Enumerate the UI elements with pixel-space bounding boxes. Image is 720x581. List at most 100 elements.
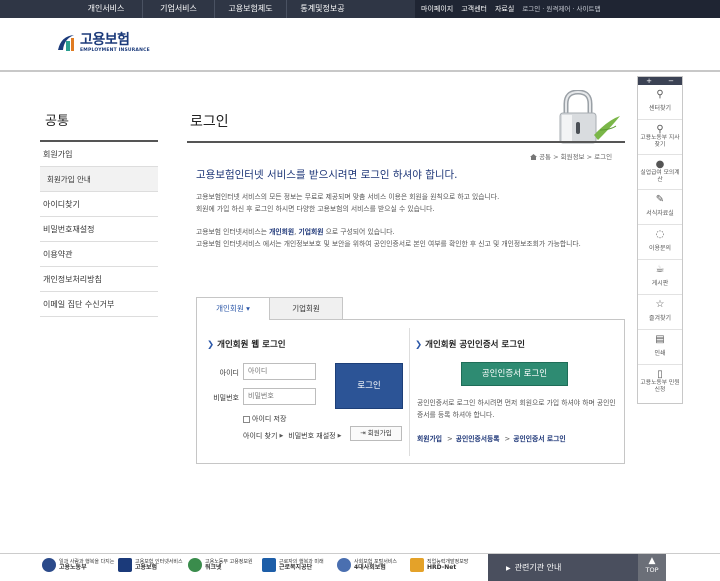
quick-menu: + − ⚲ 센터찾기 ⚲ 고용노동부 지사찾기 ● 실업급여 모의계산 ✎ 서식자료실 …: [637, 76, 683, 404]
site-logo[interactable]: 고용보험 EMPLOYMENT INSURANCE: [55, 32, 150, 54]
quick-item-civil-request[interactable]: ▯ 고용노동부 민원신청: [638, 365, 682, 400]
util-mypage[interactable]: 마이페이지: [421, 0, 453, 18]
footer-link-worknet[interactable]: 고용노동부 고용정보원 워크넷: [188, 558, 253, 572]
sidebar-title: 공통: [40, 100, 158, 142]
remember-id[interactable]: 아이디 저장: [243, 414, 286, 424]
account-links: 아이디 찾기 ▶ 비밀번호 재설정 ▶: [243, 431, 346, 441]
location-pin-icon: ⚲: [656, 124, 664, 135]
remember-id-checkbox[interactable]: [243, 415, 250, 423]
security-notice: 고용보험 인터넷서비스 에서는 개인정보보호 및 보안을 위하여 공인인증서로 …: [196, 239, 581, 248]
menu-statistics[interactable]: 통계및정보공개: [286, 0, 358, 31]
logo-english-text: EMPLOYMENT INSURANCE: [80, 48, 150, 53]
comwel-logo-icon: [262, 558, 276, 572]
quick-item-favorites[interactable]: ☆ 즐겨찾기: [638, 295, 682, 330]
edit-icon: ✎: [655, 194, 665, 205]
star-icon: ☆: [655, 299, 665, 310]
find-id-link[interactable]: 아이디 찾기: [243, 431, 277, 441]
personal-member-text: 개인회원: [269, 228, 295, 236]
sidebar-item-terms[interactable]: 이용약관: [40, 242, 158, 267]
coffee-icon: ☕: [655, 264, 665, 275]
zoom-out-button[interactable]: −: [668, 77, 674, 85]
moel-logo-icon: [42, 558, 56, 572]
menu-insurance-system[interactable]: 고용보험제도: [214, 0, 286, 18]
utility-menu: 마이페이지 고객센터 자료실 로그인 · 원격제어 · 사이트맵: [415, 0, 720, 18]
worknet-logo-icon: [188, 558, 202, 572]
util-customer-center[interactable]: 고객센터: [461, 0, 487, 18]
footer-link-comwel[interactable]: 근로자의 행복과 미래 근로복지공단: [262, 558, 324, 572]
quick-item-print[interactable]: ▤ 인쇄: [638, 330, 682, 365]
cert-login-title: ❯ 개인회원 공인인증서 로그인: [415, 340, 525, 350]
site-header: 고용보험 EMPLOYMENT INSURANCE: [0, 18, 720, 72]
cert-login-button[interactable]: 공인인증서 로그인: [461, 362, 568, 386]
id-label: 아이디: [219, 369, 239, 377]
login-box: ❯개인회원 웹 로그인 아이디 비밀번호 로그인 아이디 저장 아이디 찾기▶ …: [196, 319, 625, 464]
sidebar-item-email-refusal[interactable]: 이메일 집단 수신거부: [40, 292, 158, 317]
cert-description: 공인인증서로 로그인 하시려면 먼저 회원으로 가입 하셔야 하며 공인인증서를…: [417, 399, 616, 419]
footer-link-ei[interactable]: 고용보험 인터넷서비스 고용보험: [118, 558, 183, 572]
login-headline: 고용보험인터넷 서비스를 받으시려면 로그인 하셔야 합니다.: [196, 169, 458, 181]
home-icon[interactable]: [530, 154, 537, 160]
sidebar-item-signup-guide[interactable]: 회원가입 안내: [40, 167, 158, 192]
breadcrumb-text: 공통 > 회원정보 > 로그인: [539, 153, 613, 161]
intro-paragraph: 고용보험인터넷 서비스의 모든 정보는 무료로 제공되며 맞춤 서비스 이용은 …: [196, 191, 616, 215]
menu-personal-service[interactable]: 개인서비스: [70, 0, 142, 18]
sidebar-item-find-id[interactable]: 아이디찾기: [40, 192, 158, 217]
member-type-line: 고용보험 인터넷서비스는 개인회원, 기업회원 으로 구성되어 있습니다.: [196, 228, 395, 236]
breadcrumb: 공통 > 회원정보 > 로그인: [530, 151, 612, 161]
sidebar-item-signup[interactable]: 회원가입: [40, 142, 158, 167]
location-pin-icon: ⚲: [656, 89, 664, 100]
logo-mark-icon: [55, 32, 77, 54]
related-sites-button[interactable]: ▶ 관련기관 안내: [488, 554, 638, 581]
footer-link-4insure[interactable]: 사회보험 포털서비스 4대사회보험: [337, 558, 397, 572]
caret-right-icon: ▶: [337, 433, 342, 439]
join-icon: ⇥: [360, 429, 366, 437]
intro-line-2: 회원에 가입 하신 후 로그인 하시면 다양한 고용보험의 서비스를 받으실 수…: [196, 205, 435, 213]
cert-signup-link[interactable]: 회원가입: [417, 435, 442, 443]
title-divider: [187, 141, 625, 143]
password-input[interactable]: [243, 388, 316, 405]
caret-right-icon: ▶: [279, 433, 284, 439]
hrdnet-logo-icon: [410, 558, 424, 572]
tab-business-member[interactable]: 기업회원: [269, 297, 343, 319]
main-menu: 개인서비스 기업서비스 고용보험제도 통계및정보공개: [70, 0, 358, 31]
join-button[interactable]: ⇥ 회원가입: [350, 426, 402, 441]
login-button[interactable]: 로그인: [335, 363, 403, 409]
footer-link-moel[interactable]: 일과 사람과 행복을 다지는 고용노동부: [42, 558, 114, 572]
tab-personal-member[interactable]: 개인회원 ▾: [196, 297, 270, 320]
logo-korean-text: 고용보험: [80, 32, 130, 48]
id-input[interactable]: [243, 363, 316, 380]
back-to-top-button[interactable]: ▲ TOP: [638, 554, 666, 581]
caret-right-icon: ▶: [506, 565, 511, 572]
padlock-icon: [550, 89, 630, 145]
cert-login-link[interactable]: 공인인증서 로그인: [513, 435, 565, 443]
quick-item-forms[interactable]: ✎ 서식자료실: [638, 190, 682, 225]
zoom-in-button[interactable]: +: [646, 77, 652, 85]
menu-business-service[interactable]: 기업서비스: [142, 0, 214, 18]
caret-up-icon: ▲: [648, 556, 656, 566]
quick-item-branch-find[interactable]: ⚲ 고용노동부 지사찾기: [638, 120, 682, 155]
page-title: 로그인: [190, 114, 229, 130]
cert-login-section: ❯ 개인회원 공인인증서 로그인 공인인증서 로그인 공인인증서로 로그인 하시려…: [409, 328, 625, 456]
quick-item-center-find[interactable]: ⚲ 센터찾기: [638, 85, 682, 120]
ei-logo-icon: [118, 558, 132, 572]
util-login-links[interactable]: 로그인 · 원격제어 · 사이트맵: [522, 0, 600, 18]
arrow-right-icon: ❯: [207, 340, 215, 350]
sidebar-item-reset-password[interactable]: 비밀번호재설정: [40, 217, 158, 242]
cert-links: 회원가입 > 공인인증서등록 > 공인인증서 로그인: [417, 435, 566, 443]
arrow-right-icon: ❯: [415, 340, 423, 350]
intro-line-1: 고용보험인터넷 서비스의 모든 정보는 무료로 제공되며 맞춤 서비스 이용은 …: [196, 193, 500, 201]
quick-item-board[interactable]: ☕ 게시판: [638, 260, 682, 295]
quick-item-benefit-calc[interactable]: ● 실업급여 모의계산: [638, 155, 682, 190]
insure-logo-icon: [337, 558, 351, 572]
sidebar-item-privacy[interactable]: 개인정보처리방침: [40, 267, 158, 292]
util-data-room[interactable]: 자료실: [495, 0, 514, 18]
quick-item-inquiry[interactable]: ◌ 이용문의: [638, 225, 682, 260]
site-footer: 일과 사람과 행복을 다지는 고용노동부 고용보험 인터넷서비스 고용보험 고용노동…: [0, 553, 720, 581]
top-navigation: 개인서비스 기업서비스 고용보험제도 통계및정보공개 마이페이지 고객센터 자료…: [0, 0, 720, 31]
cert-register-link[interactable]: 공인인증서등록: [456, 435, 500, 443]
web-login-title: ❯ 개인회원 웹 로그인: [207, 340, 286, 350]
password-label: 비밀번호: [213, 394, 239, 402]
footer-link-hrdnet[interactable]: 직업능력개발정보망 HRD-Net: [410, 558, 468, 572]
business-member-text: 기업회원: [298, 228, 324, 236]
reset-password-link[interactable]: 비밀번호 재설정: [288, 431, 335, 441]
